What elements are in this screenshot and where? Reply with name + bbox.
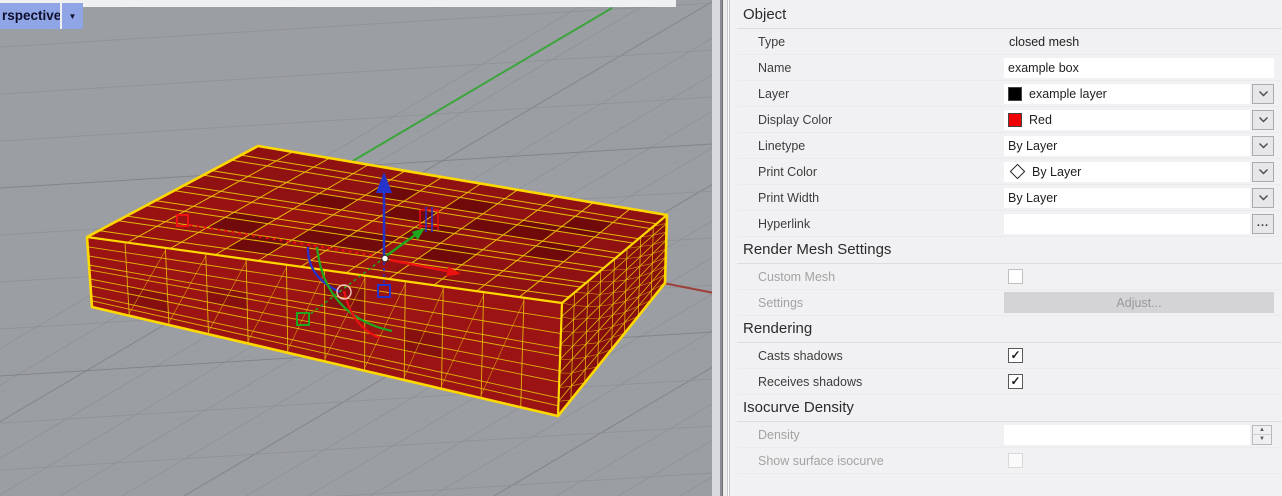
checkmark-icon: ✓ [1010,349,1020,361]
row-density: Density ▲ ▼ [737,422,1282,448]
chevron-down-icon [1258,90,1269,97]
adjust-mesh-button[interactable]: Adjust... [1004,292,1274,313]
density-input[interactable] [1004,425,1250,445]
panel-splitter[interactable] [722,0,730,496]
viewport-top-strip [0,0,676,7]
viewport-title[interactable]: rspective [0,3,60,29]
show-surface-isocurve-label: Show surface isocurve [737,454,1004,468]
section-header-rendering: Rendering [737,316,1282,343]
density-label: Density [737,428,1004,442]
row-hyperlink: Hyperlink ... [737,211,1282,237]
display-color-swatch [1008,113,1022,127]
row-layer: Layer example layer [737,81,1282,107]
chevron-down-icon [1258,194,1269,201]
linetype-label: Linetype [737,139,1004,153]
triangle-down-icon: ▼ [69,12,77,21]
viewport-canvas[interactable] [0,0,722,496]
viewport-right-edge [712,0,720,496]
layer-label: Layer [737,87,1004,101]
row-casts-shadows: Casts shadows ✓ [737,343,1282,369]
layer-dropdown[interactable]: example layer [1004,84,1250,104]
custom-mesh-checkbox[interactable]: ✓ [1008,269,1023,284]
linetype-dropdown-button[interactable] [1252,136,1274,156]
perspective-viewport[interactable]: rspective ▼ [0,0,722,496]
hyperlink-label: Hyperlink [737,217,1004,231]
checkmark-icon: ✓ [1010,375,1020,387]
layer-color-swatch [1008,87,1022,101]
row-receives-shadows: Receives shadows ✓ [737,369,1282,395]
print-width-dropdown[interactable]: By Layer [1004,188,1250,208]
chevron-down-icon [1258,142,1269,149]
row-print-width: Print Width By Layer [737,185,1282,211]
row-linetype: Linetype By Layer [737,133,1282,159]
casts-shadows-label: Casts shadows [737,349,1004,363]
rhino-window: rspective ▼ Object Type closed mesh Name… [0,0,1282,496]
properties-panel: Object Type closed mesh Name example box… [730,0,1282,496]
hyperlink-input[interactable] [1004,214,1250,234]
density-spinner[interactable]: ▲ ▼ [1252,425,1272,445]
chevron-down-icon [1258,168,1269,175]
name-input[interactable]: example box [1004,58,1274,78]
row-print-color: Print Color By Layer [737,159,1282,185]
settings-label: Settings [737,296,1004,310]
print-color-label: Print Color [737,165,1004,179]
receives-shadows-label: Receives shadows [737,375,1004,389]
type-label: Type [737,35,1004,49]
spinner-up-icon[interactable]: ▲ [1253,426,1271,436]
print-width-dropdown-button[interactable] [1252,188,1274,208]
row-settings: Settings Adjust... [737,290,1282,316]
row-custom-mesh: Custom Mesh ✓ [737,264,1282,290]
print-color-dropdown[interactable]: By Layer [1004,162,1250,182]
section-header-render-mesh-settings: Render Mesh Settings [737,237,1282,264]
bylayer-diamond-icon [1010,164,1026,180]
row-display-color: Display Color Red [737,107,1282,133]
receives-shadows-checkbox[interactable]: ✓ [1008,374,1023,389]
type-value: closed mesh [1004,35,1079,49]
display-color-label: Display Color [737,113,1004,127]
custom-mesh-label: Custom Mesh [737,270,1004,284]
chevron-down-icon [1258,116,1269,123]
linetype-dropdown[interactable]: By Layer [1004,136,1250,156]
show-surface-isocurve-checkbox[interactable]: ✓ [1008,453,1023,468]
spinner-down-icon[interactable]: ▼ [1253,435,1271,444]
viewport-menu-button[interactable]: ▼ [62,3,83,29]
row-show-surface-isocurve: Show surface isocurve ✓ [737,448,1282,474]
row-type: Type closed mesh [737,29,1282,55]
casts-shadows-checkbox[interactable]: ✓ [1008,348,1023,363]
print-width-label: Print Width [737,191,1004,205]
ellipsis-icon: ... [1257,218,1269,229]
hyperlink-browse-button[interactable]: ... [1252,214,1274,234]
display-color-dropdown[interactable]: Red [1004,110,1250,130]
display-color-dropdown-button[interactable] [1252,110,1274,130]
print-color-dropdown-button[interactable] [1252,162,1274,182]
row-name: Name example box [737,55,1282,81]
section-header-isocurve-density: Isocurve Density [737,395,1282,422]
section-header-object: Object [737,2,1282,29]
viewport-title-tab[interactable]: rspective ▼ [0,3,83,29]
gumball-origin [382,255,388,261]
layer-dropdown-button[interactable] [1252,84,1274,104]
name-label: Name [737,61,1004,75]
